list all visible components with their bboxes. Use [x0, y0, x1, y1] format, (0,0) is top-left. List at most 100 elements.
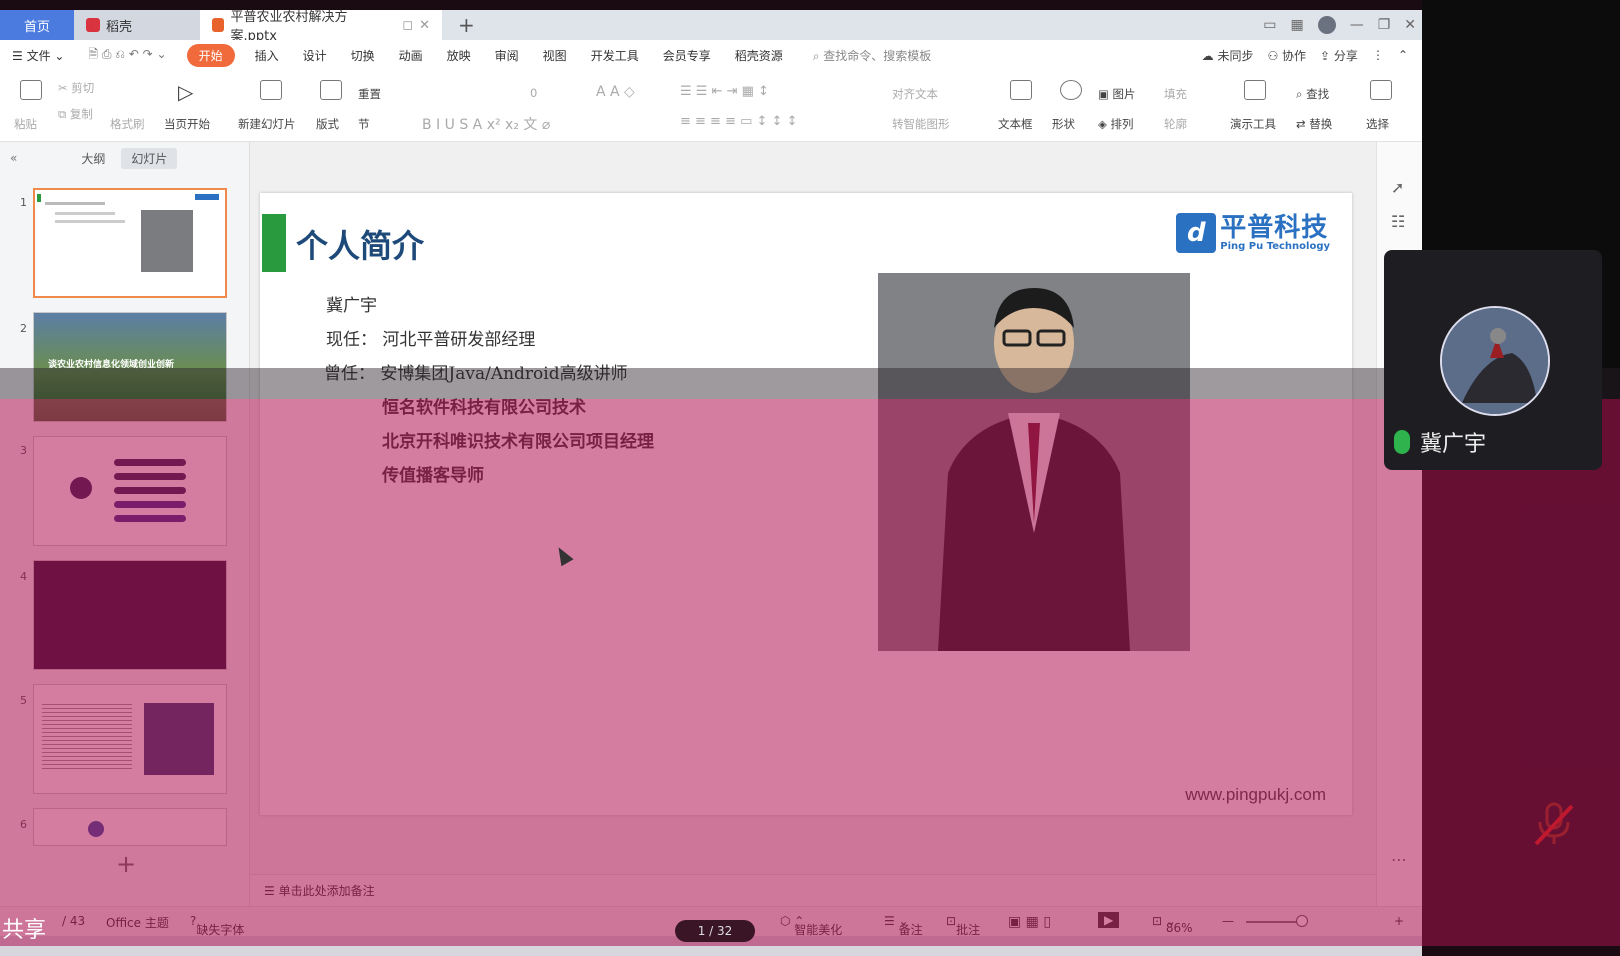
collab-button[interactable]: ⚇ 协作	[1267, 47, 1306, 64]
current-slide[interactable]: 个人简介 d 平普科技 Ping Pu Technology 冀广宇 现任： 河…	[260, 193, 1352, 815]
zoom-out-icon[interactable]: —	[1222, 914, 1234, 928]
fill-button[interactable]: 填充	[1164, 86, 1187, 102]
font-grow-shrink-icons[interactable]: A A ◇	[596, 84, 635, 100]
list-icons[interactable]: ☰ ☰ ⇤ ⇥ ▦ ↕	[680, 84, 769, 99]
close-tab-icon[interactable]: ✕	[419, 18, 430, 33]
tab-docer[interactable]: 稻壳	[74, 10, 200, 40]
share-label[interactable]: 共享	[2, 912, 46, 944]
new-slide-button[interactable]: 新建幻灯片	[238, 116, 296, 132]
shape-button[interactable]: 形状	[1052, 116, 1075, 132]
user-avatar[interactable]	[1317, 16, 1336, 34]
bio-former[interactable]: 曾任： 安博集团Java/Android高级讲师	[324, 359, 628, 384]
theme-name[interactable]: Office 主题	[106, 914, 169, 931]
more-dots-icon[interactable]: ⋯	[1391, 850, 1407, 869]
participant-avatar[interactable]	[1440, 306, 1550, 416]
slide-title[interactable]: 个人简介	[296, 221, 424, 267]
collapse-ribbon-icon[interactable]: ⌃	[1398, 48, 1408, 62]
menu-docer-resources[interactable]: 稻壳资源	[735, 47, 783, 64]
quick-access-icons[interactable]: 🗎 ⎙ ⎌ ↶ ↷ ⌄	[88, 45, 166, 66]
notes-bar[interactable]: ☰ 单击此处添加备注	[250, 874, 1376, 906]
bio-current[interactable]: 现任： 河北平普研发部经理	[326, 325, 535, 350]
add-slide-button[interactable]: +	[116, 850, 136, 878]
copy-button[interactable]: ⧉ 复制	[58, 106, 93, 122]
tab-home[interactable]: 首页	[0, 10, 74, 40]
menu-review[interactable]: 审阅	[495, 47, 519, 64]
new-tab-button[interactable]: +	[458, 13, 475, 37]
layout-icon[interactable]: ▭	[1263, 17, 1276, 33]
zoom-in-icon[interactable]: +	[1394, 914, 1404, 928]
font-size-field[interactable]: 0	[530, 86, 537, 100]
shape-icon[interactable]	[1060, 80, 1082, 100]
settings-sliders-icon[interactable]: ☷	[1391, 212, 1405, 231]
present-tools-button[interactable]: 演示工具	[1230, 116, 1276, 132]
menu-design[interactable]: 设计	[303, 47, 327, 64]
text-format-icons[interactable]: B I U S A x² x₂ 文 ⌀	[422, 114, 550, 134]
file-menu[interactable]: ☰ 文件 ⌄	[12, 47, 64, 64]
cloud-icon[interactable]: ◻	[402, 18, 413, 33]
select-button[interactable]: 选择	[1366, 116, 1389, 132]
find-button[interactable]: ⌕ 查找	[1296, 86, 1329, 102]
bio-former-item[interactable]: 恒名软件科技有限公司技术	[382, 393, 586, 418]
notes-toggle[interactable]: ☰ 备注 ⌄	[884, 914, 923, 937]
profile-photo[interactable]	[878, 273, 1190, 651]
command-search[interactable]: ⌕ 查找命令、搜索模板	[813, 47, 932, 64]
menu-view[interactable]: 视图	[543, 47, 567, 64]
slide-thumb-3[interactable]	[33, 436, 227, 546]
slide-thumb-2[interactable]: 谈农业农村信息化领域创业创新	[33, 312, 227, 422]
menu-animation[interactable]: 动画	[399, 47, 423, 64]
tab-document[interactable]: 平普农业农村解决方案.pptx ◻ ✕	[200, 10, 442, 44]
sync-status[interactable]: ☁ 未同步	[1202, 47, 1254, 64]
textbox-button[interactable]: 文本框	[998, 116, 1033, 132]
new-slide-icon[interactable]	[260, 80, 282, 100]
layout-icon[interactable]	[320, 80, 342, 100]
present-tools-icon[interactable]	[1244, 80, 1266, 100]
slide-thumb-6[interactable]	[33, 808, 227, 846]
select-icon[interactable]	[1370, 80, 1392, 100]
reset-button[interactable]: 重置	[358, 86, 381, 102]
arrange-button[interactable]: ◈ 排列	[1098, 116, 1134, 132]
close-window-icon[interactable]: ✕	[1404, 17, 1416, 33]
bio-former-item[interactable]: 传值播客导师	[382, 461, 484, 486]
play-current-button[interactable]: 当页开始	[164, 116, 210, 132]
menu-slideshow[interactable]: 放映	[447, 47, 471, 64]
minimize-icon[interactable]: —	[1350, 17, 1364, 33]
outline-button[interactable]: 轮廓	[1164, 116, 1187, 132]
slide-thumb-4[interactable]	[33, 560, 227, 670]
menu-member[interactable]: 会员专享	[663, 47, 711, 64]
bio-former-item[interactable]: 北京开科唯识技术有限公司项目经理	[382, 427, 654, 452]
zoom-slider-handle[interactable]	[1296, 915, 1308, 927]
beautify-button[interactable]: ⬡ 智能美化 ⌃	[780, 914, 842, 937]
layout-button[interactable]: 版式	[316, 116, 339, 132]
mic-muted-icon[interactable]	[1530, 800, 1578, 848]
collapse-panel-icon[interactable]: «	[10, 151, 17, 165]
share-button[interactable]: ⇪ 分享	[1320, 47, 1358, 64]
slide-thumb-5[interactable]	[33, 684, 227, 794]
menu-start[interactable]: 开始	[186, 43, 235, 67]
format-painter-button[interactable]: 格式刷	[110, 116, 145, 132]
textbox-icon[interactable]	[1010, 80, 1032, 100]
paste-icon[interactable]	[20, 80, 42, 100]
paste-button[interactable]: 粘贴	[14, 116, 37, 132]
bio-name[interactable]: 冀广宇	[326, 291, 377, 316]
tab-slides[interactable]: 幻灯片	[121, 147, 178, 169]
rocket-icon[interactable]: ➚	[1391, 178, 1404, 197]
tab-outline[interactable]: 大纲	[71, 148, 115, 169]
section-button[interactable]: 节	[358, 116, 370, 132]
align-icons[interactable]: ≡ ≡ ≡ ≡ ▭ ↕ ↕ ↕	[680, 114, 797, 129]
slide-thumb-1[interactable]	[33, 188, 227, 298]
replace-button[interactable]: ⇄ 替换	[1296, 116, 1332, 132]
website-url[interactable]: www.pingpukj.com	[1185, 785, 1326, 805]
cut-button[interactable]: ✂ 剪切	[58, 80, 94, 96]
zoom-level[interactable]: ⊡ 86% ⌄	[1152, 914, 1193, 935]
apps-grid-icon[interactable]: ▦	[1290, 17, 1303, 33]
smart-convert-button[interactable]: 转智能图形	[892, 116, 950, 132]
menu-insert[interactable]: 插入	[255, 47, 279, 64]
more-icon[interactable]: ⋮	[1372, 48, 1384, 62]
menu-developer[interactable]: 开发工具	[591, 47, 639, 64]
comments-toggle[interactable]: ⊡ 批注	[946, 914, 980, 937]
missing-font[interactable]: ? 缺失字体	[190, 914, 244, 937]
text-align-button[interactable]: 对齐文本	[892, 86, 938, 102]
restore-icon[interactable]: ❐	[1378, 17, 1391, 33]
menu-transition[interactable]: 切换	[351, 47, 375, 64]
view-mode-icons[interactable]: ▣ ▦ ▯	[1008, 914, 1051, 930]
